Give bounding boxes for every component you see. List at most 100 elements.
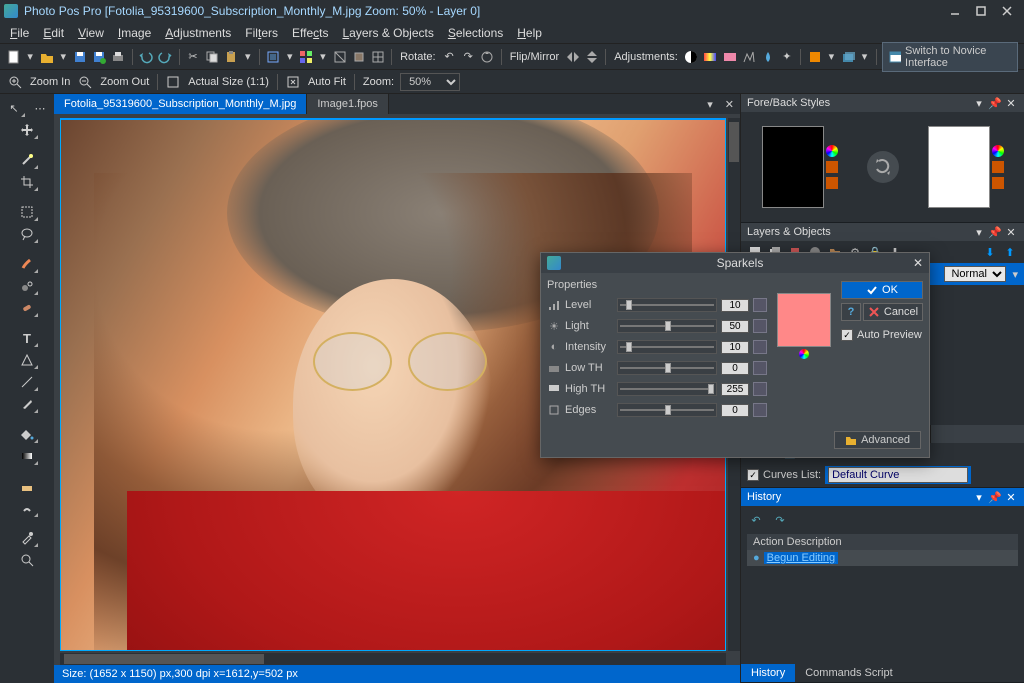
shape-tool[interactable] [15,350,39,370]
menu-edit[interactable]: Edit [43,26,64,40]
menu-effects[interactable]: Effects [292,26,328,40]
adj-drop-icon[interactable] [760,48,775,66]
preview-palette-icon[interactable] [799,349,809,359]
wand-tool[interactable] [15,150,39,170]
light-value[interactable] [721,320,749,333]
highth-reset-icon[interactable] [753,382,767,396]
grid-icon[interactable] [370,48,385,66]
autofit-label[interactable]: Auto Fit [308,76,346,88]
history-item[interactable]: ● Begun Editing [747,550,1018,566]
frames-dropdown[interactable]: ▾ [285,50,295,63]
pointer-tool[interactable]: ↖ [2,98,26,118]
fore-palette-icon[interactable] [826,145,838,157]
light-slider[interactable] [617,319,717,333]
new-dropdown[interactable]: ▾ [25,50,35,63]
zoom-select[interactable]: 50% [400,73,460,91]
rotate-left-icon[interactable]: ↶ [442,48,457,66]
rect-select-tool[interactable] [15,202,39,222]
intensity-slider[interactable] [617,340,717,354]
back-reset-icon[interactable] [992,161,1004,173]
line-tool[interactable] [15,372,39,392]
preview-swatch[interactable] [777,293,831,347]
light-reset-icon[interactable] [753,319,767,333]
menu-selections[interactable]: Selections [448,26,503,40]
highth-slider[interactable] [617,382,717,396]
panel-close-icon[interactable]: ✕ [1004,490,1018,504]
edges-reset-icon[interactable] [753,403,767,417]
rotate-right-icon[interactable]: ↷ [461,48,476,66]
menu-image[interactable]: Image [118,26,151,40]
tab-commands-script[interactable]: Commands Script [795,664,902,682]
swap-colors-button[interactable] [867,151,899,183]
redo-icon[interactable] [158,48,173,66]
zoom-out-icon[interactable] [76,73,94,91]
paste-icon[interactable] [224,48,239,66]
adj-gradient-icon[interactable] [703,48,718,66]
advanced-button[interactable]: Advanced [834,431,921,449]
panel-pin-icon[interactable]: 📌 [988,225,1002,239]
close-button[interactable] [994,2,1020,20]
zoom-in-label[interactable]: Zoom In [30,76,70,88]
highth-value[interactable] [721,383,749,396]
adj-layer-dropdown[interactable]: ▾ [859,50,869,63]
actual-size-icon[interactable] [164,73,182,91]
adj-hue-icon[interactable] [722,48,737,66]
tool-options[interactable]: ⋯ [28,98,52,118]
adj-layer-icon[interactable] [840,48,855,66]
history-undo-icon[interactable]: ↶ [747,512,765,528]
copy-icon[interactable] [205,48,220,66]
curves-name-input[interactable] [828,467,968,483]
fill-tool[interactable] [15,424,39,444]
lowth-value[interactable] [721,362,749,375]
fore-reset2-icon[interactable] [826,177,838,189]
text-tool[interactable]: T [15,328,39,348]
smudge-tool[interactable] [15,498,39,518]
history-header[interactable]: History ▾ 📌 ✕ [741,488,1024,506]
panel-pin-icon[interactable]: 📌 [988,490,1002,504]
panel-pin-icon[interactable]: 📌 [988,96,1002,110]
saveas-icon[interactable] [91,48,106,66]
tab-dropdown[interactable]: ▾ [701,98,719,111]
lasso-tool[interactable] [15,224,39,244]
pen-tool[interactable] [15,394,39,414]
ok-button[interactable]: OK [841,281,923,299]
rotate-free-icon[interactable] [480,48,495,66]
intensity-reset-icon[interactable] [753,340,767,354]
level-reset-icon[interactable] [753,298,767,312]
open-icon[interactable] [39,48,54,66]
foreback-header[interactable]: Fore/Back Styles ▾ 📌 ✕ [741,94,1024,112]
intensity-value[interactable] [721,341,749,354]
canvas-icon[interactable] [351,48,366,66]
cut-icon[interactable]: ✂ [185,48,200,66]
auto-preview-row[interactable]: ✓ Auto Preview [841,329,923,341]
tab-active[interactable]: Fotolia_95319600_Subscription_Monthly_M.… [54,94,307,114]
zoom-out-label[interactable]: Zoom Out [100,76,149,88]
flip-v-icon[interactable] [584,48,599,66]
zoom-in-icon[interactable] [6,73,24,91]
adj-contrast-icon[interactable] [684,48,699,66]
panel-dropdown-icon[interactable]: ▾ [972,225,986,239]
heal-tool[interactable] [15,298,39,318]
crop-tool[interactable] [15,172,39,192]
tab-history-bottom[interactable]: History [741,664,795,682]
collage-dropdown[interactable]: ▾ [318,50,328,63]
maximize-button[interactable] [968,2,994,20]
lowth-reset-icon[interactable] [753,361,767,375]
panel-dropdown-icon[interactable]: ▾ [972,490,986,504]
blend-mode-select[interactable]: Normal [944,266,1006,282]
back-reset2-icon[interactable] [992,177,1004,189]
menu-file[interactable]: File [10,26,29,40]
panel-close-icon[interactable]: ✕ [1004,96,1018,110]
eyedrop-tool[interactable] [15,528,39,548]
history-item-label[interactable]: Begun Editing [764,552,839,564]
print-icon[interactable] [111,48,126,66]
dialog-titlebar[interactable]: Sparkels ✕ [541,253,929,273]
layers-header[interactable]: Layers & Objects ▾ 📌 ✕ [741,223,1024,241]
adj-levels-icon[interactable] [741,48,756,66]
fore-reset-icon[interactable] [826,161,838,173]
back-palette-icon[interactable] [992,145,1004,157]
lowth-slider[interactable] [617,361,717,375]
open-dropdown[interactable]: ▾ [58,50,68,63]
background-swatch[interactable] [928,126,990,208]
undo-icon[interactable] [138,48,153,66]
